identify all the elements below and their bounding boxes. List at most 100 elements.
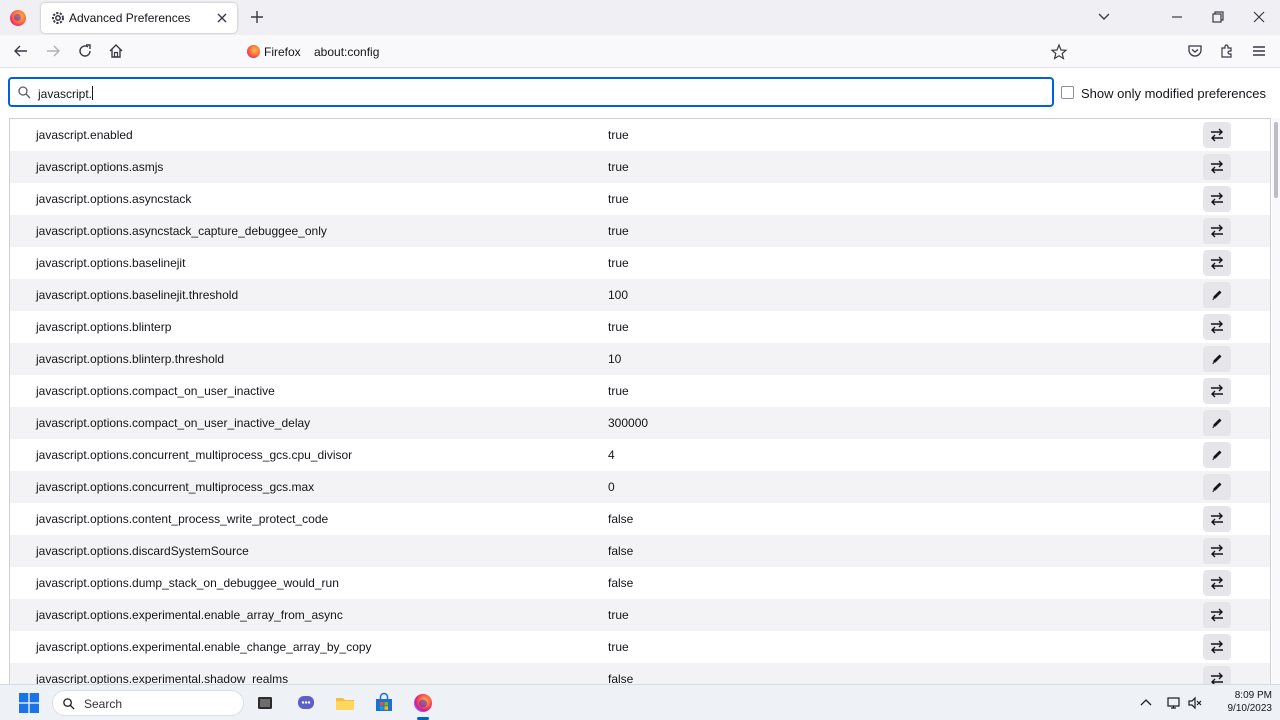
bookmark-star-icon[interactable]: [1050, 43, 1068, 61]
search-icon: [18, 86, 31, 99]
pref-value: false: [608, 672, 634, 684]
taskbar-search-placeholder: Search: [84, 697, 123, 711]
list-all-tabs-chevron-down-icon[interactable]: [1096, 9, 1112, 25]
table-row[interactable]: javascript.options.content_process_write…: [10, 503, 1270, 535]
close-window-icon[interactable]: [1250, 8, 1268, 26]
table-row[interactable]: javascript.options.baselinejit true: [10, 247, 1270, 279]
pref-name: javascript.options.concurrent_multiproce…: [36, 448, 353, 462]
scrollbar[interactable]: [1272, 118, 1280, 684]
pref-value: true: [608, 608, 629, 622]
extensions-puzzle-icon[interactable]: [1218, 42, 1236, 60]
microsoft-store-icon[interactable]: [373, 692, 395, 714]
url-bar[interactable]: Firefox about:config: [240, 38, 1078, 66]
back-arrow-icon[interactable]: [12, 42, 30, 60]
table-row[interactable]: javascript.options.asmjs true: [10, 151, 1270, 183]
toggle-pref-button[interactable]: [1203, 666, 1231, 684]
file-explorer-folder-icon[interactable]: [334, 692, 356, 714]
firefox-identity-icon[interactable]: [247, 45, 260, 58]
clock-date: 9/10/2023: [1227, 703, 1273, 714]
table-row[interactable]: javascript.options.dump_stack_on_debugge…: [10, 567, 1270, 599]
forward-arrow-icon[interactable]: [44, 42, 62, 60]
minimize-icon[interactable]: [1168, 8, 1186, 26]
table-row[interactable]: javascript.enabled true: [10, 119, 1270, 151]
volume-muted-icon[interactable]: [1187, 695, 1203, 711]
toggle-icon: [1209, 192, 1225, 206]
table-row[interactable]: javascript.options.experimental.shadow_r…: [10, 663, 1270, 684]
edit-pref-button[interactable]: [1203, 474, 1231, 500]
toggle-icon: [1209, 256, 1225, 270]
tab-advanced-preferences[interactable]: Advanced Preferences: [41, 3, 237, 33]
home-icon[interactable]: [107, 42, 125, 60]
pref-name: javascript.options.baselinejit.threshold: [36, 288, 239, 302]
table-row[interactable]: javascript.options.blinterp true: [10, 311, 1270, 343]
task-view-icon[interactable]: [254, 692, 276, 714]
table-row[interactable]: javascript.options.asyncstack_capture_de…: [10, 215, 1270, 247]
edit-pref-button[interactable]: [1203, 282, 1231, 308]
toggle-icon: [1209, 640, 1225, 654]
show-modified-checkbox[interactable]: [1061, 86, 1074, 99]
table-row[interactable]: javascript.options.experimental.enable_a…: [10, 599, 1270, 631]
firefox-taskbar-icon[interactable]: [412, 692, 434, 714]
toggle-pref-button[interactable]: [1203, 250, 1231, 276]
pref-value: true: [608, 192, 629, 206]
edit-pref-button[interactable]: [1203, 410, 1231, 436]
pref-value: true: [608, 256, 629, 270]
table-row[interactable]: javascript.options.baselinejit.threshold…: [10, 279, 1270, 311]
pref-value: 300000: [608, 416, 649, 430]
toggle-pref-button[interactable]: [1203, 570, 1231, 596]
toggle-pref-button[interactable]: [1203, 314, 1231, 340]
table-row[interactable]: javascript.options.compact_on_user_inact…: [10, 375, 1270, 407]
pref-name: javascript.options.blinterp.threshold: [36, 352, 225, 366]
toggle-pref-button[interactable]: [1203, 602, 1231, 628]
hamburger-menu-icon[interactable]: [1250, 42, 1268, 60]
table-row[interactable]: javascript.options.compact_on_user_inact…: [10, 407, 1270, 439]
chevron-up-icon[interactable]: [1138, 695, 1154, 711]
toggle-pref-button[interactable]: [1203, 122, 1231, 148]
firefox-logo-icon[interactable]: [10, 10, 26, 26]
scrollbar-thumb[interactable]: [1274, 122, 1278, 198]
preference-search-input[interactable]: javascript.: [8, 77, 1054, 107]
pref-name: javascript.options.blinterp: [36, 320, 172, 334]
system-clock[interactable]: 8:09 PM 9/10/2023: [1212, 689, 1273, 715]
toggle-pref-button[interactable]: [1203, 218, 1231, 244]
restore-icon[interactable]: [1209, 8, 1227, 26]
taskbar-search-box[interactable]: Search: [52, 690, 244, 716]
pref-name: javascript.options.dump_stack_on_debugge…: [36, 576, 339, 590]
edit-pref-button[interactable]: [1203, 346, 1231, 372]
edit-icon: [1210, 480, 1224, 494]
pref-value: true: [608, 320, 629, 334]
new-tab-icon[interactable]: [248, 8, 266, 26]
search-icon: [63, 698, 75, 710]
table-row[interactable]: javascript.options.concurrent_multiproce…: [10, 439, 1270, 471]
table-row[interactable]: javascript.options.discardSystemSource fa…: [10, 535, 1270, 567]
url-text[interactable]: about:config: [314, 45, 379, 59]
pocket-icon[interactable]: [1186, 42, 1204, 60]
windows-taskbar: Search 8:09 PM 9/10/2023: [0, 684, 1280, 720]
teams-chat-icon[interactable]: [295, 692, 317, 714]
toggle-pref-button[interactable]: [1203, 506, 1231, 532]
toggle-icon: [1209, 672, 1225, 684]
pref-name: javascript.options.experimental.enable_c…: [36, 640, 372, 654]
toggle-pref-button[interactable]: [1203, 186, 1231, 212]
pref-value: true: [608, 128, 629, 142]
identity-label: Firefox: [264, 45, 301, 59]
table-row[interactable]: javascript.options.concurrent_multiproce…: [10, 471, 1270, 503]
toggle-pref-button[interactable]: [1203, 154, 1231, 180]
edit-pref-button[interactable]: [1203, 442, 1231, 468]
table-row[interactable]: javascript.options.blinterp.threshold 10: [10, 343, 1270, 375]
close-tab-icon[interactable]: [213, 9, 231, 27]
table-row[interactable]: javascript.options.experimental.enable_c…: [10, 631, 1270, 663]
clock-time: 8:09 PM: [1234, 690, 1272, 701]
toggle-icon: [1209, 512, 1225, 526]
table-row[interactable]: javascript.options.asyncstack true: [10, 183, 1270, 215]
pref-name: javascript.options.asyncstack: [36, 192, 192, 206]
tab-strip: Advanced Preferences: [0, 0, 1280, 35]
reload-icon[interactable]: [76, 42, 94, 60]
windows-start-icon[interactable]: [19, 693, 39, 713]
network-icon[interactable]: [1166, 695, 1182, 711]
toggle-pref-button[interactable]: [1203, 378, 1231, 404]
preferences-table: javascript.enabled true javascript.options…: [9, 118, 1271, 684]
pref-value: false: [608, 512, 634, 526]
toggle-pref-button[interactable]: [1203, 538, 1231, 564]
toggle-pref-button[interactable]: [1203, 634, 1231, 660]
